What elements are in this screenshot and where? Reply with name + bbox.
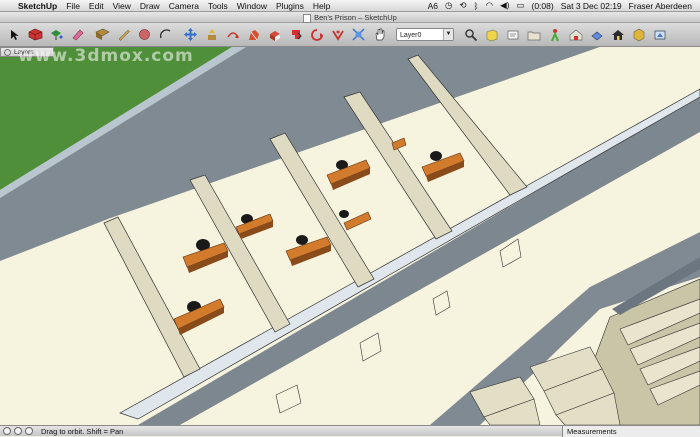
zoom-extents-icon[interactable] — [350, 26, 367, 43]
hand-pan-icon[interactable] — [371, 26, 388, 43]
time-machine-icon[interactable]: ◷ — [445, 0, 452, 11]
chair-4 — [296, 235, 308, 245]
menu-view[interactable]: View — [113, 1, 131, 11]
model-viewport[interactable] — [0, 47, 700, 425]
rectangle-icon[interactable] — [94, 26, 111, 43]
wifi-icon[interactable]: ◠ — [486, 0, 493, 11]
scale-icon[interactable] — [266, 26, 283, 43]
get-models-icon[interactable] — [651, 26, 668, 43]
window-title: Ben's Prison – SketchUp — [314, 13, 397, 22]
volume-icon[interactable]: ◀) — [500, 0, 509, 11]
orbit-icon[interactable] — [308, 26, 325, 43]
adobe-badge: 6 — [433, 0, 438, 11]
person-walk-icon[interactable] — [546, 26, 563, 43]
chair-6 — [339, 210, 349, 218]
user-menu[interactable]: Fraser Aberdeen — [629, 1, 692, 11]
prison-model-scene[interactable] — [0, 47, 700, 425]
menu-help[interactable]: Help — [313, 1, 330, 11]
menu-camera[interactable]: Camera — [169, 1, 199, 11]
line-pencil-icon[interactable] — [115, 26, 132, 43]
menu-extras: A6 ◷ ⟲ ᛒ ◠ ◀) ▭ (0:08) Sat 3 Dec 02:19 F… — [428, 0, 700, 11]
zoom-magnifier-icon[interactable] — [462, 26, 479, 43]
measurements-label: Measurements — [567, 426, 617, 436]
menu-plugins[interactable]: Plugins — [276, 1, 304, 11]
bluetooth-icon[interactable]: ᛒ — [474, 1, 479, 11]
battery-time: (0:08) — [531, 0, 554, 11]
arc-icon[interactable] — [157, 26, 174, 43]
move-icon[interactable] — [182, 26, 199, 43]
credits-icon[interactable] — [14, 427, 22, 435]
paint-bucket-icon[interactable] — [48, 26, 65, 43]
rotate-icon[interactable] — [224, 26, 241, 43]
materials-folder-icon[interactable] — [504, 26, 521, 43]
push-pull-icon[interactable] — [203, 26, 220, 43]
main-toolbar: Layer0 ▼ — [0, 23, 700, 47]
components-folder-icon[interactable] — [483, 26, 500, 43]
follow-me-icon[interactable] — [245, 26, 262, 43]
layer-select-value: Layer0 — [400, 32, 422, 39]
layer-select[interactable]: Layer0 ▼ — [396, 28, 454, 41]
offset-icon[interactable] — [287, 26, 304, 43]
adobe-icon[interactable]: A6 — [428, 1, 438, 11]
menu-bar: SketchUp File Edit View Draw Camera Tool… — [0, 0, 700, 12]
document-proxy-icon[interactable] — [303, 13, 312, 23]
menu-file[interactable]: File — [66, 1, 80, 11]
menu-app-name[interactable]: SketchUp — [18, 1, 57, 11]
circle-icon[interactable] — [136, 26, 153, 43]
pan-icon[interactable] — [329, 26, 346, 43]
battery-icon[interactable]: ▭ — [516, 0, 524, 11]
menu-edit[interactable]: Edit — [89, 1, 104, 11]
window-titlebar: Ben's Prison – SketchUp — [0, 12, 700, 23]
measurements-box[interactable]: Measurements — [562, 425, 700, 437]
menu-draw[interactable]: Draw — [140, 1, 160, 11]
close-icon[interactable] — [4, 48, 11, 56]
eraser-icon[interactable] — [69, 26, 86, 43]
clock[interactable]: Sat 3 Dec 02:19 — [561, 1, 622, 11]
sync-icon[interactable]: ⟲ — [459, 0, 466, 11]
menu-window[interactable]: Window — [237, 1, 267, 11]
folder-icon[interactable] — [525, 26, 542, 43]
status-bar: Drag to orbit. Shift = Pan Measurements — [0, 425, 700, 437]
extension-icon[interactable] — [630, 26, 647, 43]
share-model-icon[interactable] — [588, 26, 605, 43]
menu-tools[interactable]: Tools — [208, 1, 228, 11]
watermark-text: www.3dmox.com — [18, 46, 194, 66]
chair-7 — [430, 151, 442, 161]
warehouse-icon[interactable] — [567, 26, 584, 43]
geolocation-icon[interactable] — [3, 427, 11, 435]
status-hint: Drag to orbit. Shift = Pan — [41, 426, 124, 436]
select-arrow-icon[interactable] — [6, 26, 23, 43]
help-icon[interactable] — [25, 427, 33, 435]
house-icon[interactable] — [609, 26, 626, 43]
chevron-down-icon: ▼ — [443, 29, 453, 40]
make-component-icon[interactable] — [27, 26, 44, 43]
